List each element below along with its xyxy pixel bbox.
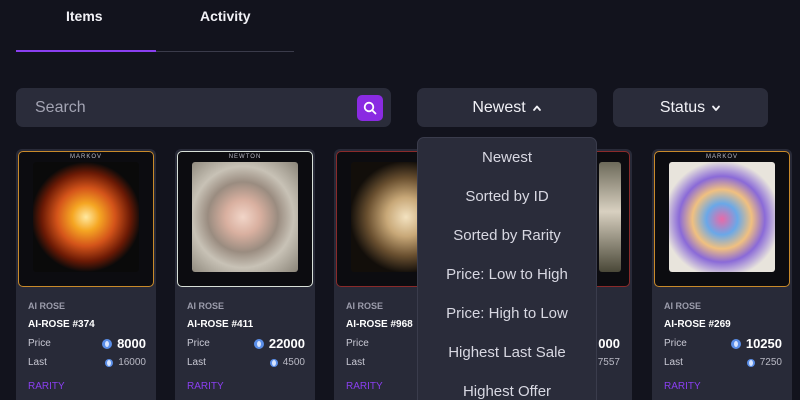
card-image [33,162,139,272]
frame-label: MARKOV [705,154,738,160]
card-image [599,162,621,272]
sort-option-newest[interactable]: Newest [418,138,596,177]
card-image [192,162,298,272]
frame-label: NEWTON [228,154,262,160]
sort-option-price-high-low[interactable]: Price: High to Low [418,294,596,333]
tab-activity[interactable]: Activity [200,8,251,24]
sort-option-by-id[interactable]: Sorted by ID [418,177,596,216]
sort-option-highest-offer[interactable]: Highest Offer [418,372,596,400]
sort-dropdown[interactable]: Newest [417,88,597,127]
nft-card[interactable]: MARKOV AI ROSE AI-ROSE #374 Price 8000 L… [16,149,156,400]
collection-name: AI ROSE [664,301,702,311]
item-name: AI-ROSE #374 [28,319,95,330]
last-label: Last [664,357,683,368]
tab-bar: Items Activity [16,0,294,52]
chevron-up-icon [532,105,541,111]
price-value: 22000 [268,336,305,351]
last-value: 7250 [759,357,782,368]
sort-menu: Newest Sorted by ID Sorted by Rarity Pri… [417,137,597,400]
active-tab-indicator [16,50,156,52]
search-bar [16,88,391,127]
tab-items[interactable]: Items [66,8,103,24]
coin-icon [102,338,113,349]
rarity-label: RARITY [187,381,224,392]
coin-icon [105,358,114,367]
coin-icon [730,338,741,349]
price-label: Price [187,338,210,349]
last-label: Last [187,357,206,368]
price-value: 10250 [745,336,782,351]
rarity-label: RARITY [346,381,383,392]
coin-icon [746,358,755,367]
coin-icon [269,358,278,367]
item-name: AI-ROSE #269 [664,319,731,330]
card-image [669,162,775,272]
last-value: 4500 [282,357,305,368]
search-icon [363,101,377,114]
status-dropdown[interactable]: Status [613,88,768,127]
nft-card[interactable]: NEWTON AI ROSE AI-ROSE #411 Price 22000 … [175,149,315,400]
frame-label: MARKOV [69,154,102,160]
collection-name: AI ROSE [187,301,225,311]
price-label: Price [28,338,51,349]
last-label: Last [346,357,365,368]
price-value: 8000 [117,336,146,351]
price-value: 000 [598,336,620,351]
search-input[interactable] [16,88,357,127]
last-value: 7557 [597,357,620,368]
last-value: 16000 [118,357,146,368]
card-image-frame: MARKOV [18,151,154,287]
price-label: Price [346,338,369,349]
sort-selected-label: Newest [472,98,526,116]
card-image-frame: NEWTON [177,151,313,287]
sort-option-by-rarity[interactable]: Sorted by Rarity [418,216,596,255]
last-label: Last [28,357,47,368]
price-label: Price [664,338,687,349]
chevron-down-icon [712,105,721,111]
item-name: AI-ROSE #411 [187,319,254,330]
sort-option-price-low-high[interactable]: Price: Low to High [418,255,596,294]
rarity-label: RARITY [28,381,65,392]
rarity-label: RARITY [664,381,701,392]
nft-card[interactable]: MARKOV AI ROSE AI-ROSE #269 Price 10250 … [652,149,792,400]
sort-option-highest-last-sale[interactable]: Highest Last Sale [418,333,596,372]
search-button[interactable] [357,94,383,121]
collection-name: AI ROSE [28,301,66,311]
status-label: Status [659,98,706,116]
coin-icon [253,338,264,349]
card-image-frame: MARKOV [654,151,790,287]
